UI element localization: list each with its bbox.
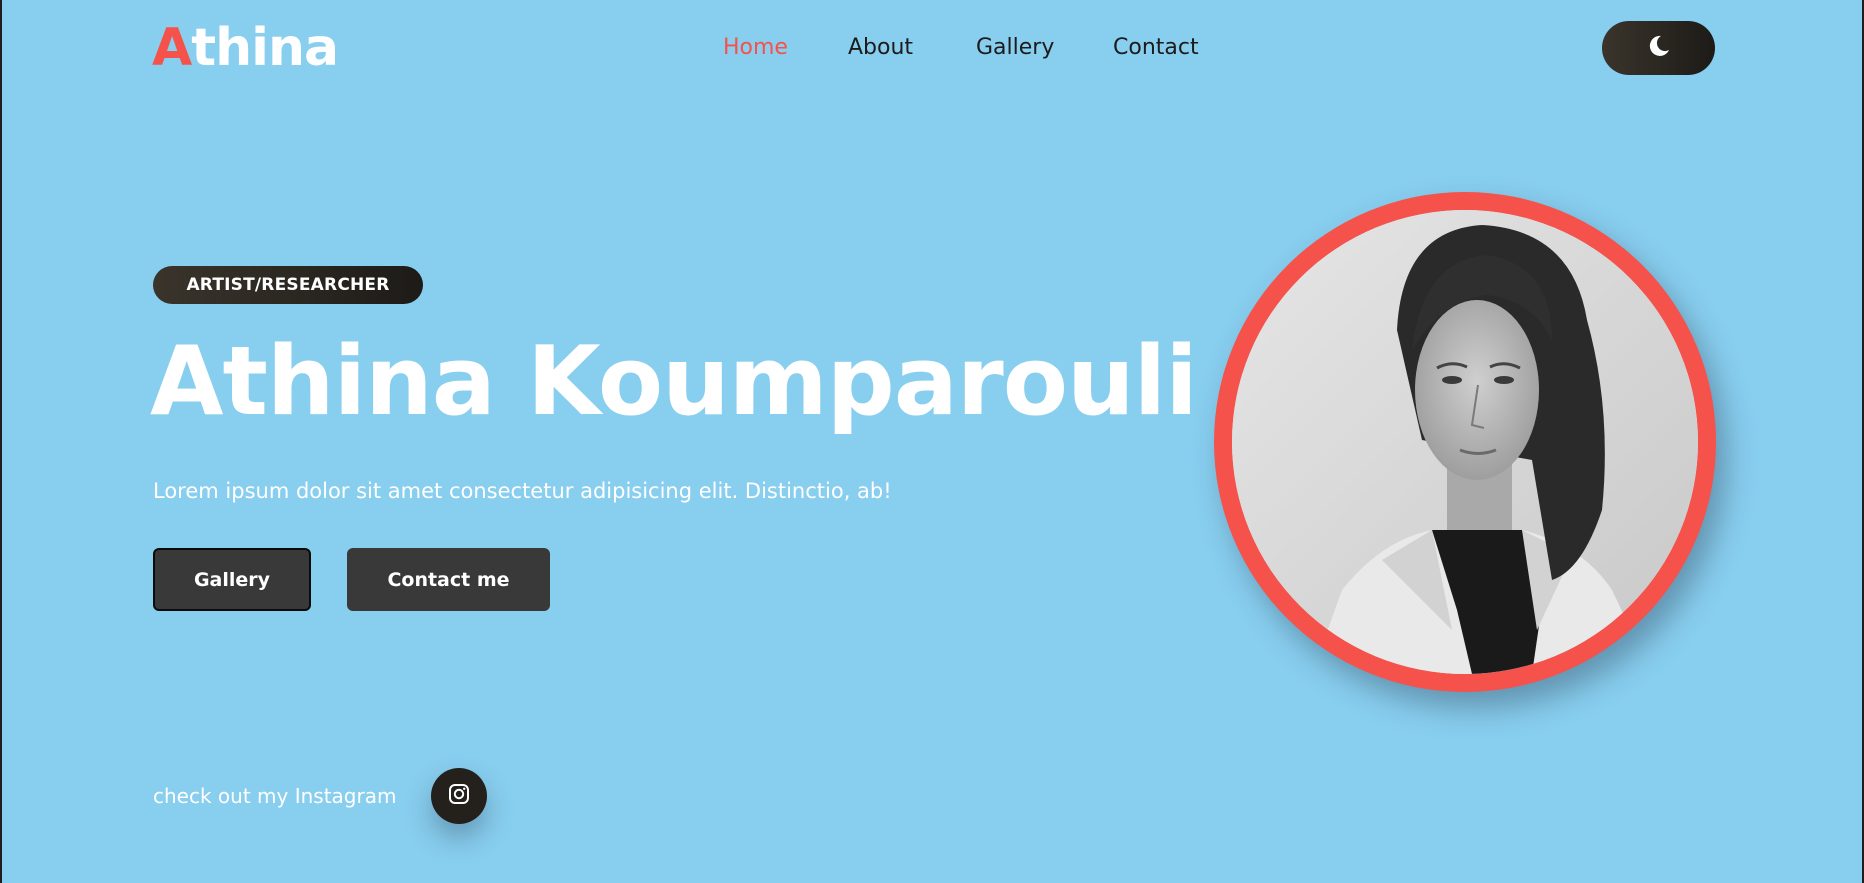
logo-accent-letter: A: [152, 18, 192, 78]
hero-description: Lorem ipsum dolor sit amet consectetur a…: [153, 479, 892, 503]
contact-me-button[interactable]: Contact me: [347, 548, 550, 611]
nav-contact[interactable]: Contact: [1113, 34, 1199, 62]
moon-icon: [1645, 32, 1673, 64]
role-badge: ARTIST/RESEARCHER: [153, 266, 423, 304]
logo-text: thina: [191, 18, 339, 78]
profile-portrait-image: [1232, 210, 1698, 674]
instagram-icon: [448, 783, 470, 809]
nav-gallery[interactable]: Gallery: [976, 34, 1113, 62]
hero-title: Athina Koumparouli: [150, 327, 1198, 437]
nav-about[interactable]: About: [848, 34, 976, 62]
nav-home[interactable]: Home: [723, 34, 848, 62]
theme-toggle-button[interactable]: [1602, 21, 1715, 75]
instagram-prompt: check out my Instagram: [153, 784, 397, 808]
instagram-button[interactable]: [431, 768, 487, 824]
main-nav: Home About Gallery Contact: [723, 34, 1199, 62]
gallery-button[interactable]: Gallery: [153, 548, 311, 611]
portrait-frame: [1214, 192, 1716, 692]
site-logo[interactable]: Athina: [152, 18, 339, 78]
